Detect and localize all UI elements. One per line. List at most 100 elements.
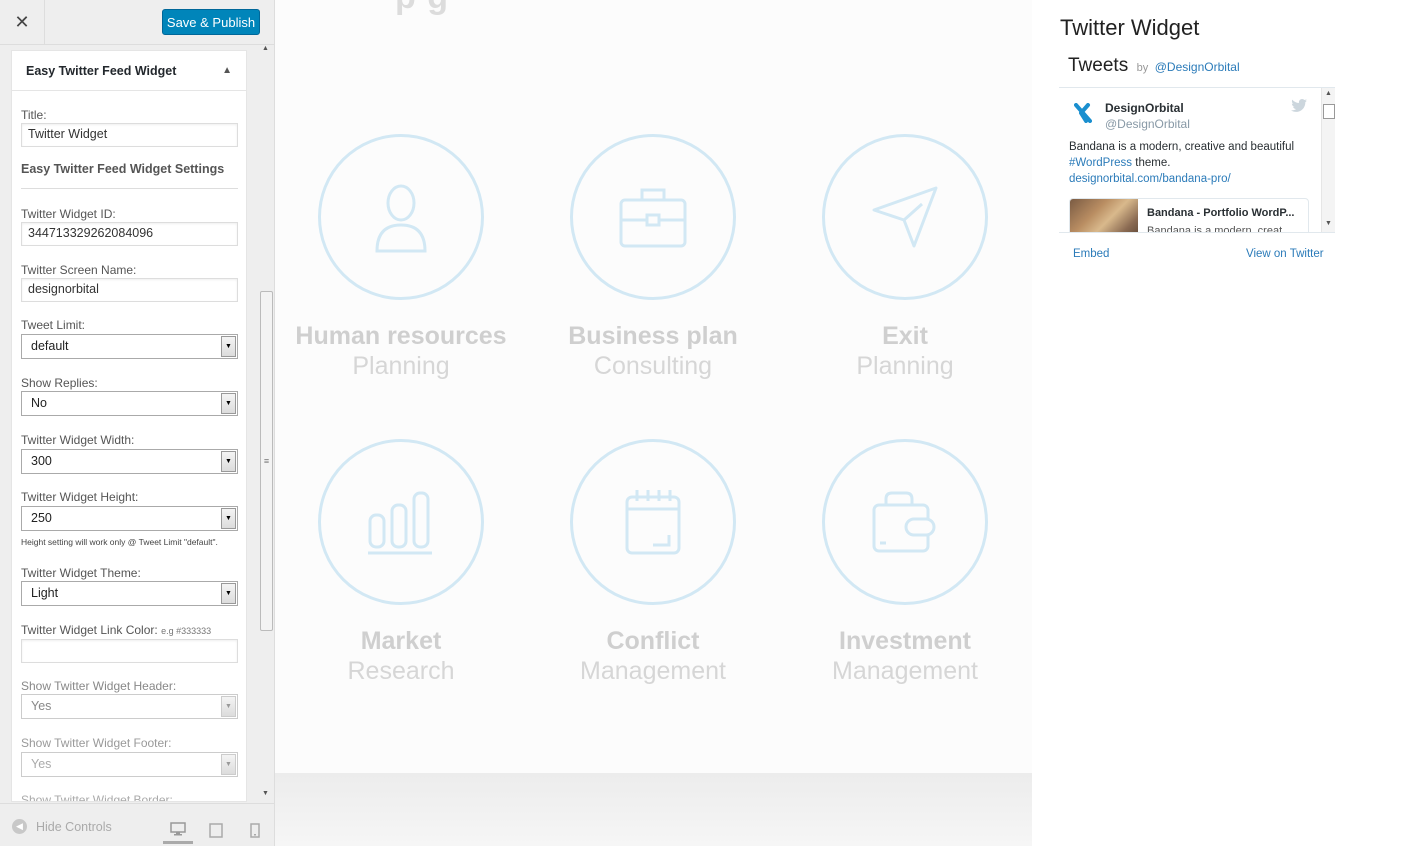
service-subtitle: Management	[580, 657, 726, 685]
card-thumbnail	[1070, 199, 1138, 232]
desktop-preview-button[interactable]	[163, 816, 193, 844]
tweet-limit-select[interactable]: default ▼	[21, 334, 238, 359]
service-human-resources: Human resources Planning	[281, 134, 521, 381]
service-subtitle: Planning	[856, 352, 954, 380]
title-input[interactable]: Twitter Widget	[21, 123, 238, 147]
tweet-author-name[interactable]: DesignOrbital	[1105, 101, 1184, 115]
view-on-twitter-link[interactable]: View on Twitter	[1246, 248, 1324, 260]
scroll-thumb[interactable]	[1323, 104, 1335, 119]
service-title: Market	[360, 627, 442, 655]
tweet-feed[interactable]: DesignOrbital @DesignOrbital Bandana is …	[1059, 87, 1335, 233]
widget-id-input[interactable]: 344713329262084096	[21, 222, 238, 246]
dropdown-arrow-icon[interactable]: ▼	[221, 583, 236, 604]
widget-theme-label: Twitter Widget Theme:	[21, 566, 141, 580]
widget-width-label: Twitter Widget Width:	[21, 433, 135, 447]
tweet-author-username[interactable]: @DesignOrbital	[1105, 117, 1190, 131]
scroll-up-arrow-icon[interactable]: ▲	[1325, 90, 1332, 97]
paper-plane-icon	[872, 186, 938, 248]
dropdown-arrow-icon[interactable]: ▼	[221, 696, 236, 717]
title-label: Title:	[21, 108, 47, 122]
widget-height-label: Twitter Widget Height:	[21, 490, 139, 504]
sidebar-scrollbar[interactable]: ▲ ≡ ▼	[259, 45, 273, 802]
dropdown-arrow-icon[interactable]: ▼	[221, 336, 236, 357]
preview-footer-band	[275, 773, 1032, 846]
link-color-input[interactable]	[21, 639, 238, 663]
divider	[21, 188, 238, 189]
close-customizer-button[interactable]: ✕	[0, 0, 45, 45]
twitter-bird-icon[interactable]	[1291, 99, 1307, 112]
service-title: Business plan	[568, 322, 738, 350]
widget-theme-value: Light	[31, 586, 59, 600]
site-preview: p g Human resources Planning Business pl…	[275, 0, 1032, 846]
scroll-up-arrow-icon[interactable]: ▲	[262, 45, 269, 52]
link-card[interactable]: Bandana - Portfolio WordP... Bandana is …	[1069, 198, 1309, 232]
service-circle	[318, 439, 484, 605]
screen-name-input[interactable]: designorbital	[21, 278, 238, 302]
dropdown-arrow-icon[interactable]: ▼	[221, 754, 236, 775]
footer-label: Show Twitter Widget Footer:	[21, 736, 172, 750]
footer-select[interactable]: Yes ▼	[21, 752, 238, 777]
wallet-icon	[872, 491, 936, 553]
twitter-timeline: Tweets by @DesignOrbital DesignOrbital @…	[1059, 49, 1335, 267]
collapse-left-icon: ◀	[12, 819, 27, 834]
dropdown-arrow-icon[interactable]: ▼	[221, 451, 236, 472]
dropdown-arrow-icon[interactable]: ▼	[221, 393, 236, 414]
hide-controls-label: Hide Controls	[36, 819, 112, 834]
embed-link[interactable]: Embed	[1073, 248, 1109, 260]
widget-id-label: Twitter Widget ID:	[21, 207, 116, 221]
show-replies-select[interactable]: No ▼	[21, 391, 238, 416]
scroll-down-arrow-icon[interactable]: ▼	[262, 790, 269, 797]
link-color-hint: e.g #333333	[161, 626, 212, 636]
by-label: by	[1136, 62, 1149, 74]
hide-controls-button[interactable]: ◀ Hide Controls	[12, 819, 112, 834]
service-circle	[822, 134, 988, 300]
tweet-text: Bandana is a modern, creative and beauti…	[1069, 139, 1314, 187]
hashtag-link[interactable]: #WordPress	[1069, 157, 1132, 169]
height-note: Height setting will work only @ Tweet Li…	[21, 537, 218, 547]
section-heading: p g	[395, 0, 449, 17]
service-circle	[570, 439, 736, 605]
widget-height-select[interactable]: 250 ▼	[21, 506, 238, 531]
user-icon	[375, 184, 427, 253]
tablet-preview-button[interactable]	[201, 816, 231, 844]
tablet-icon	[209, 822, 223, 838]
service-exit: Exit Planning	[785, 134, 1025, 381]
widget-panel-header[interactable]: Easy Twitter Feed Widget ▲	[12, 51, 246, 91]
widget-title: Twitter Widget	[1060, 15, 1200, 40]
screen-name-label: Twitter Screen Name:	[21, 263, 137, 277]
close-icon: ✕	[14, 12, 30, 32]
link-color-label-text: Twitter Widget Link Color:	[21, 623, 158, 637]
scroll-thumb[interactable]: ≡	[260, 291, 273, 631]
service-title: Human resources	[295, 322, 507, 350]
link-color-label: Twitter Widget Link Color: e.g #333333	[21, 623, 211, 637]
service-circle	[318, 134, 484, 300]
show-replies-label: Show Replies:	[21, 376, 98, 390]
header-select[interactable]: Yes ▼	[21, 694, 238, 719]
collapse-arrow-icon[interactable]: ▲	[222, 65, 232, 76]
header-value: Yes	[31, 699, 52, 713]
dropdown-arrow-icon[interactable]: ▼	[221, 508, 236, 529]
service-subtitle: Consulting	[593, 352, 713, 380]
mobile-preview-button[interactable]	[240, 816, 270, 844]
widget-theme-select[interactable]: Light ▼	[21, 581, 238, 606]
service-subtitle: Research	[347, 657, 455, 685]
tweet-text-part: theme.	[1132, 157, 1171, 169]
tweet-url-link[interactable]: designorbital.com/bandana-pro/	[1069, 173, 1231, 185]
briefcase-icon	[619, 188, 687, 248]
service-market-research: Market Research	[281, 439, 521, 686]
widget-width-select[interactable]: 300 ▼	[21, 449, 238, 474]
widget-width-value: 300	[31, 454, 52, 468]
scroll-down-arrow-icon[interactable]: ▼	[1325, 220, 1332, 227]
handle-link[interactable]: @DesignOrbital	[1155, 60, 1240, 74]
service-circle	[570, 134, 736, 300]
tweet-limit-value: default	[31, 339, 69, 353]
service-title: Investment	[839, 627, 971, 655]
save-publish-button[interactable]: Save & Publish	[162, 9, 260, 35]
settings-heading: Easy Twitter Feed Widget Settings	[21, 162, 225, 176]
feed-scrollbar[interactable]: ▲ ▼	[1321, 88, 1335, 232]
customizer-header: ✕ Save & Publish	[0, 0, 274, 45]
customizer-footer: ◀ Hide Controls	[0, 803, 274, 846]
service-business-plan: Business plan Consulting	[533, 134, 773, 381]
tweets-heading: Tweets	[1068, 55, 1129, 76]
service-conflict-management: Conflict Management	[533, 439, 773, 686]
